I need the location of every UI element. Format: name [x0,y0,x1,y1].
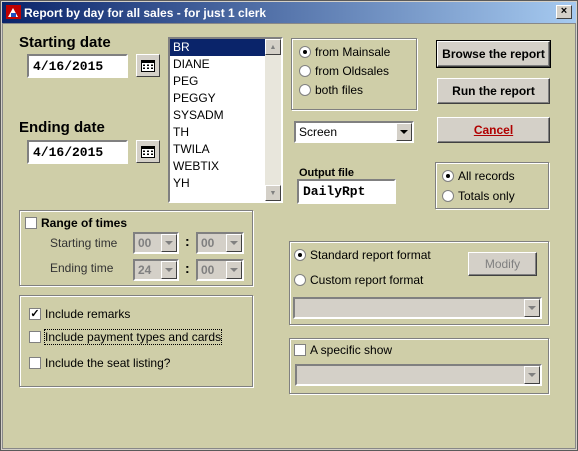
start-hour-value: 00 [138,236,152,250]
end-hour-select[interactable]: 24 [133,259,179,281]
checkbox-icon[interactable] [29,331,41,343]
radio-button-icon[interactable] [299,46,311,58]
modify-button[interactable]: Modify [468,252,537,276]
source-option-both[interactable]: both files [299,83,363,97]
specific-show-checkbox[interactable]: A specific show [294,343,392,357]
start-minute-select[interactable]: 00 [196,232,244,254]
ending-date-calendar-button[interactable] [136,140,160,163]
records-all-option[interactable]: All records [442,169,515,183]
ending-time-label: Ending time [50,261,114,275]
range-of-times-label: Range of times [41,216,128,230]
source-option-label: from Oldsales [315,64,390,78]
cancel-label: Cancel [473,123,514,137]
scroll-down-arrow-icon[interactable]: ▼ [265,185,281,201]
dropdown-arrow-icon[interactable] [161,261,177,279]
include-payments-label: Include payment types and cards [43,329,223,345]
scroll-up-arrow-icon[interactable]: ▲ [265,39,281,55]
source-option-mainsale[interactable]: from Mainsale [299,45,390,59]
output-file-input[interactable]: DailyRpt [297,179,396,204]
checkmark-icon[interactable]: ✓ [29,308,41,320]
cancel-button[interactable]: Cancel [437,117,550,143]
browse-report-label: Browse the report [442,47,545,61]
modify-label: Modify [484,257,521,271]
title-bar[interactable]: Report by day for all sales - for just 1… [2,2,576,23]
include-seats-label: Include the seat listing? [45,356,171,370]
dropdown-arrow-icon[interactable] [161,234,177,252]
clerk-scrollbar[interactable]: ▲ ▼ [265,39,281,201]
start-hour-select[interactable]: 00 [133,232,179,254]
starting-date-input[interactable]: 4/16/2015 [27,54,128,78]
time-separator: : [185,233,190,249]
custom-format-option[interactable]: Custom report format [294,273,423,287]
output-device-select[interactable]: Screen [294,121,414,143]
dialog-body: Starting date 4/16/2015 Ending date 4/16… [2,23,576,449]
time-separator: : [185,260,190,276]
app-icon [6,5,21,19]
radio-button-icon[interactable] [442,190,454,202]
records-option-label: All records [458,169,515,183]
custom-format-label: Custom report format [310,273,424,287]
source-option-label: both files [315,83,364,97]
dropdown-arrow-icon[interactable] [524,366,540,384]
starting-date-calendar-button[interactable] [136,54,160,77]
include-payments-checkbox[interactable]: Include payment types and cards [29,329,223,345]
include-remarks-label: Include remarks [45,307,131,321]
run-report-button[interactable]: Run the report [437,78,550,104]
standard-format-label: Standard report format [310,248,431,262]
radio-button-icon[interactable] [294,274,306,286]
ending-date-input[interactable]: 4/16/2015 [27,140,128,164]
starting-date-label: Starting date [19,34,111,51]
dropdown-arrow-icon[interactable] [226,234,242,252]
calendar-icon [141,59,155,72]
dropdown-arrow-icon[interactable] [524,299,540,317]
custom-format-select[interactable] [293,297,542,319]
checkbox-icon[interactable] [25,217,37,229]
clerk-listbox[interactable]: BR DIANE PEG PEGGY SYSADM TH TWILA WEBTI… [168,37,283,203]
dropdown-arrow-icon[interactable] [226,261,242,279]
records-totals-option[interactable]: Totals only [442,189,515,203]
starting-time-label: Starting time [50,236,118,250]
radio-button-icon[interactable] [442,170,454,182]
end-hour-value: 24 [138,263,152,277]
range-of-times-checkbox[interactable]: Range of times [25,216,127,230]
specific-show-select[interactable] [295,364,542,386]
run-report-label: Run the report [452,84,535,98]
report-window: Report by day for all sales - for just 1… [0,0,578,451]
radio-button-icon[interactable] [294,249,306,261]
browse-report-button[interactable]: Browse the report [436,40,551,68]
source-option-label: from Mainsale [315,45,391,59]
output-device-value: Screen [299,125,338,139]
specific-show-label: A specific show [310,343,393,357]
calendar-icon [141,145,155,158]
radio-button-icon[interactable] [299,65,311,77]
checkbox-icon[interactable] [29,357,41,369]
output-file-label: Output file [299,167,354,179]
end-minute-select[interactable]: 00 [196,259,244,281]
ending-date-label: Ending date [19,119,105,136]
radio-button-icon[interactable] [299,84,311,96]
records-option-label: Totals only [458,189,515,203]
standard-format-option[interactable]: Standard report format [294,248,431,262]
checkbox-icon[interactable] [294,344,306,356]
source-option-oldsales[interactable]: from Oldsales [299,64,389,78]
end-minute-value: 00 [201,263,215,277]
close-button[interactable]: × [556,5,572,19]
include-seats-checkbox[interactable]: Include the seat listing? [29,356,170,370]
dropdown-arrow-icon[interactable] [396,123,412,141]
include-remarks-checkbox[interactable]: ✓ Include remarks [29,307,130,321]
start-minute-value: 00 [201,236,215,250]
window-title: Report by day for all sales - for just 1… [24,5,267,20]
